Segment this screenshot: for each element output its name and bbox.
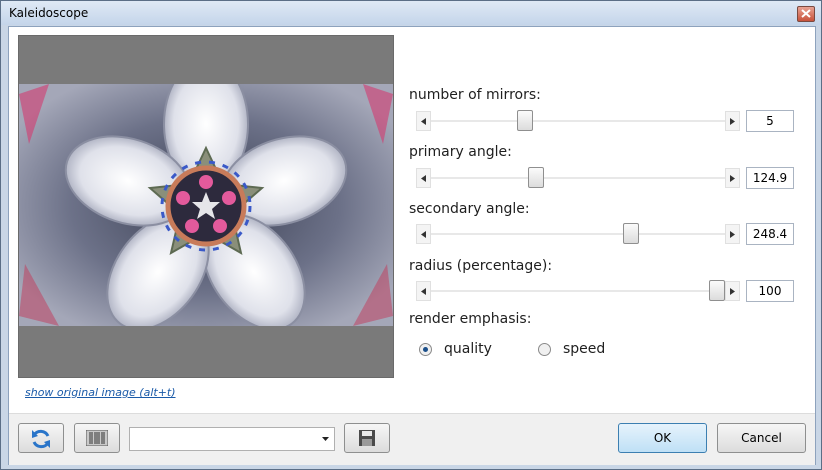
radio-indicator[interactable] bbox=[538, 342, 551, 356]
speed-radio[interactable]: speed bbox=[538, 341, 605, 357]
slider-track[interactable] bbox=[431, 290, 725, 292]
slider-track[interactable] bbox=[431, 120, 725, 122]
quality-radio[interactable]: quality bbox=[419, 341, 492, 357]
speed-label: speed bbox=[563, 341, 606, 357]
arrow-left-icon bbox=[421, 288, 426, 295]
chevron-down-icon bbox=[322, 437, 329, 441]
slider-thumb[interactable] bbox=[622, 223, 639, 244]
arrow-right-icon bbox=[730, 118, 735, 125]
arrow-left-icon bbox=[421, 118, 426, 125]
slider-increment-button[interactable] bbox=[725, 281, 740, 301]
radius-label: radius (percentage): bbox=[409, 258, 553, 274]
barcode-icon bbox=[85, 429, 109, 447]
randomize-button[interactable] bbox=[74, 423, 120, 453]
kaleidoscope-dialog: Kaleidoscope show original image (alt+t)… bbox=[0, 0, 822, 470]
primary-angle-input[interactable]: 124.9 bbox=[746, 167, 794, 189]
cancel-button[interactable]: Cancel bbox=[717, 423, 806, 453]
refresh-icon bbox=[32, 429, 50, 449]
secondary-angle-slider[interactable] bbox=[416, 223, 740, 244]
save-disk-icon bbox=[359, 430, 375, 446]
slider-thumb[interactable] bbox=[528, 167, 545, 188]
radio-selected-indicator[interactable] bbox=[419, 342, 432, 356]
secondary-angle-label: secondary angle: bbox=[409, 201, 530, 217]
radius-slider[interactable] bbox=[416, 280, 740, 301]
slider-decrement-button[interactable] bbox=[416, 111, 431, 131]
slider-track[interactable] bbox=[431, 233, 725, 235]
slider-increment-button[interactable] bbox=[725, 111, 740, 131]
image-preview bbox=[18, 35, 394, 378]
arrow-right-icon bbox=[730, 231, 735, 238]
window-title: Kaleidoscope bbox=[9, 6, 89, 20]
dialog-content: show original image (alt+t) number of mi… bbox=[8, 26, 816, 465]
slider-track[interactable] bbox=[431, 177, 725, 179]
secondary-angle-input[interactable]: 248.4 bbox=[746, 223, 794, 245]
primary-angle-label: primary angle: bbox=[409, 144, 512, 160]
bottom-toolbar: OK Cancel bbox=[9, 413, 815, 465]
reset-button[interactable] bbox=[18, 423, 64, 453]
arrow-left-icon bbox=[421, 231, 426, 238]
title-bar: Kaleidoscope bbox=[1, 1, 821, 25]
show-original-link[interactable]: show original image (alt+t) bbox=[25, 386, 176, 399]
slider-decrement-button[interactable] bbox=[416, 224, 431, 244]
arrow-left-icon bbox=[421, 175, 426, 182]
slider-increment-button[interactable] bbox=[725, 224, 740, 244]
quality-label: quality bbox=[444, 341, 492, 357]
close-button[interactable] bbox=[797, 6, 815, 22]
ok-button[interactable]: OK bbox=[618, 423, 707, 453]
slider-increment-button[interactable] bbox=[725, 168, 740, 188]
primary-angle-slider[interactable] bbox=[416, 167, 740, 188]
slider-thumb[interactable] bbox=[709, 280, 725, 301]
slider-decrement-button[interactable] bbox=[416, 281, 431, 301]
render-emphasis-label: render emphasis: bbox=[409, 311, 532, 327]
close-icon bbox=[801, 9, 811, 18]
slider-decrement-button[interactable] bbox=[416, 168, 431, 188]
arrow-right-icon bbox=[730, 288, 735, 295]
number-of-mirrors-slider[interactable] bbox=[416, 110, 740, 131]
kaleidoscope-image bbox=[19, 84, 393, 326]
save-button[interactable] bbox=[344, 423, 390, 453]
arrow-right-icon bbox=[730, 175, 735, 182]
slider-thumb[interactable] bbox=[517, 110, 534, 131]
number-of-mirrors-label: number of mirrors: bbox=[409, 87, 541, 103]
preset-dropdown[interactable] bbox=[129, 427, 335, 451]
number-of-mirrors-input[interactable]: 5 bbox=[746, 110, 794, 132]
radius-input[interactable]: 100 bbox=[746, 280, 794, 302]
